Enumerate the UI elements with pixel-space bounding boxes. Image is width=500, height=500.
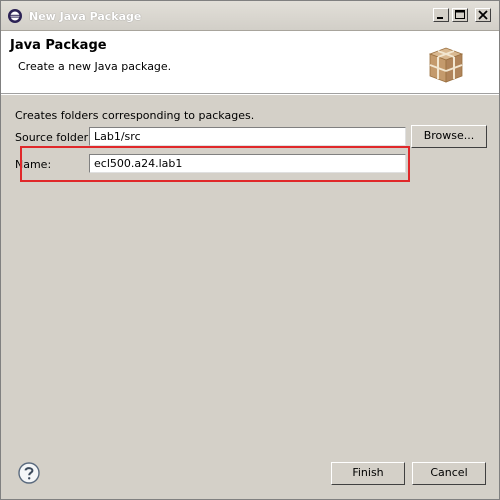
maximize-button[interactable]	[452, 8, 468, 22]
highlight-box	[20, 146, 410, 182]
minimize-icon	[437, 17, 443, 19]
banner-separator	[1, 94, 499, 95]
browse-button[interactable]: Browse...	[411, 125, 487, 148]
maximize-icon	[455, 10, 465, 19]
source-folder-label: Source folder:	[15, 131, 92, 144]
cancel-button[interactable]: Cancel	[412, 462, 486, 485]
package-icon	[428, 47, 464, 83]
page-description: Create a new Java package.	[18, 60, 172, 73]
intro-text: Creates folders corresponding to package…	[15, 109, 255, 122]
close-button[interactable]	[475, 8, 491, 22]
title-bar[interactable]: New Java Package	[1, 1, 499, 31]
close-icon	[478, 10, 488, 20]
finish-button[interactable]: Finish	[331, 462, 405, 485]
eclipse-icon	[8, 9, 22, 23]
window-title: New Java Package	[29, 10, 142, 23]
minimize-button[interactable]	[433, 8, 449, 22]
new-java-package-dialog: New Java Package Java Package Create a n…	[0, 0, 500, 500]
wizard-banner: Java Package Create a new Java package.	[1, 31, 499, 94]
help-icon[interactable]	[18, 462, 40, 484]
source-folder-field[interactable]: Lab1/src	[89, 127, 406, 146]
page-title: Java Package	[10, 38, 107, 53]
